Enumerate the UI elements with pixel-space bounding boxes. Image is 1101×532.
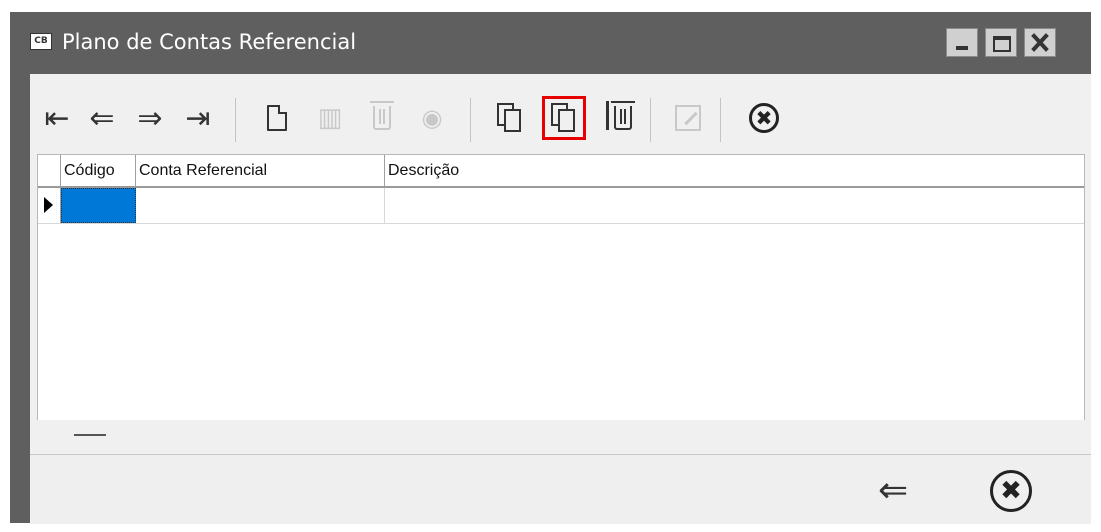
minimize-button[interactable] xyxy=(946,28,978,57)
grid-header: Código Conta Referencial Descrição xyxy=(38,155,1084,188)
minus-icon xyxy=(74,434,106,436)
back-arrow-icon: ⇐ xyxy=(878,470,909,511)
new-record-button[interactable] xyxy=(255,96,299,140)
cell-codigo[interactable] xyxy=(61,188,136,223)
window-title: Plano de Contas Referencial xyxy=(62,30,357,54)
toolbar-separator xyxy=(650,98,651,142)
close-form-button[interactable]: ✖ xyxy=(742,96,786,140)
edit-button[interactable] xyxy=(666,96,710,140)
window: CB Plano de Contas Referencial ⇤ ⇐ ⇒ ⇥ ▥… xyxy=(10,12,1091,524)
save-icon: ▥ xyxy=(317,103,343,133)
column-header-codigo[interactable]: Código xyxy=(61,155,136,186)
delete-all-icon xyxy=(606,101,635,130)
maximize-button[interactable] xyxy=(985,28,1017,57)
current-row-indicator xyxy=(38,188,61,223)
copy-icon xyxy=(551,103,577,133)
bottom-bar: ⇐ ✖ xyxy=(30,454,1091,524)
column-header-conta-referencial[interactable]: Conta Referencial xyxy=(136,155,385,186)
exit-button[interactable]: ✖ xyxy=(990,470,1032,512)
previous-record-button[interactable]: ⇐ xyxy=(80,96,124,140)
new-document-icon xyxy=(267,105,287,131)
delete-icon xyxy=(370,101,394,130)
table-row[interactable] xyxy=(38,188,1084,224)
copy-highlighted-button[interactable] xyxy=(542,96,586,140)
column-header-descricao[interactable]: Descrição xyxy=(385,155,1085,186)
accounts-grid[interactable]: Código Conta Referencial Descrição xyxy=(37,154,1085,444)
view-icon: ◉ xyxy=(421,104,443,132)
last-record-icon: ⇥ xyxy=(185,100,211,136)
next-record-button[interactable]: ⇒ xyxy=(128,96,172,140)
close-window-button[interactable] xyxy=(1024,28,1056,57)
delete-all-button[interactable] xyxy=(596,96,640,140)
copy-icon xyxy=(497,103,523,133)
delete-button[interactable] xyxy=(360,96,404,140)
cell-conta-referencial[interactable] xyxy=(136,188,385,223)
cell-descricao[interactable] xyxy=(385,188,1085,223)
save-button[interactable]: ▥ xyxy=(308,96,352,140)
app-icon: CB xyxy=(30,33,52,50)
next-record-icon: ⇒ xyxy=(137,100,163,136)
first-record-icon: ⇤ xyxy=(44,100,70,136)
back-button[interactable]: ⇐ xyxy=(878,473,908,509)
previous-record-icon: ⇐ xyxy=(89,100,115,136)
edit-icon xyxy=(675,105,701,131)
toolbar-separator xyxy=(235,98,236,142)
close-circle-icon: ✖ xyxy=(1000,476,1022,506)
last-record-button[interactable]: ⇥ xyxy=(176,96,220,140)
client-area: ⇤ ⇐ ⇒ ⇥ ▥ ◉ ✖ Código Conta Referencial D… xyxy=(30,74,1091,524)
toolbar-separator xyxy=(720,98,721,142)
toolbar-separator xyxy=(470,98,471,142)
row-indicator-header xyxy=(38,155,61,186)
title-bar[interactable]: CB Plano de Contas Referencial xyxy=(10,12,1091,74)
grid-footer xyxy=(37,420,1085,454)
close-circle-icon: ✖ xyxy=(749,103,779,133)
copy-button[interactable] xyxy=(488,96,532,140)
view-button[interactable]: ◉ xyxy=(410,96,454,140)
toolbar: ⇤ ⇐ ⇒ ⇥ ▥ ◉ ✖ xyxy=(30,74,1091,154)
close-icon xyxy=(1031,33,1049,52)
first-record-button[interactable]: ⇤ xyxy=(35,96,79,140)
